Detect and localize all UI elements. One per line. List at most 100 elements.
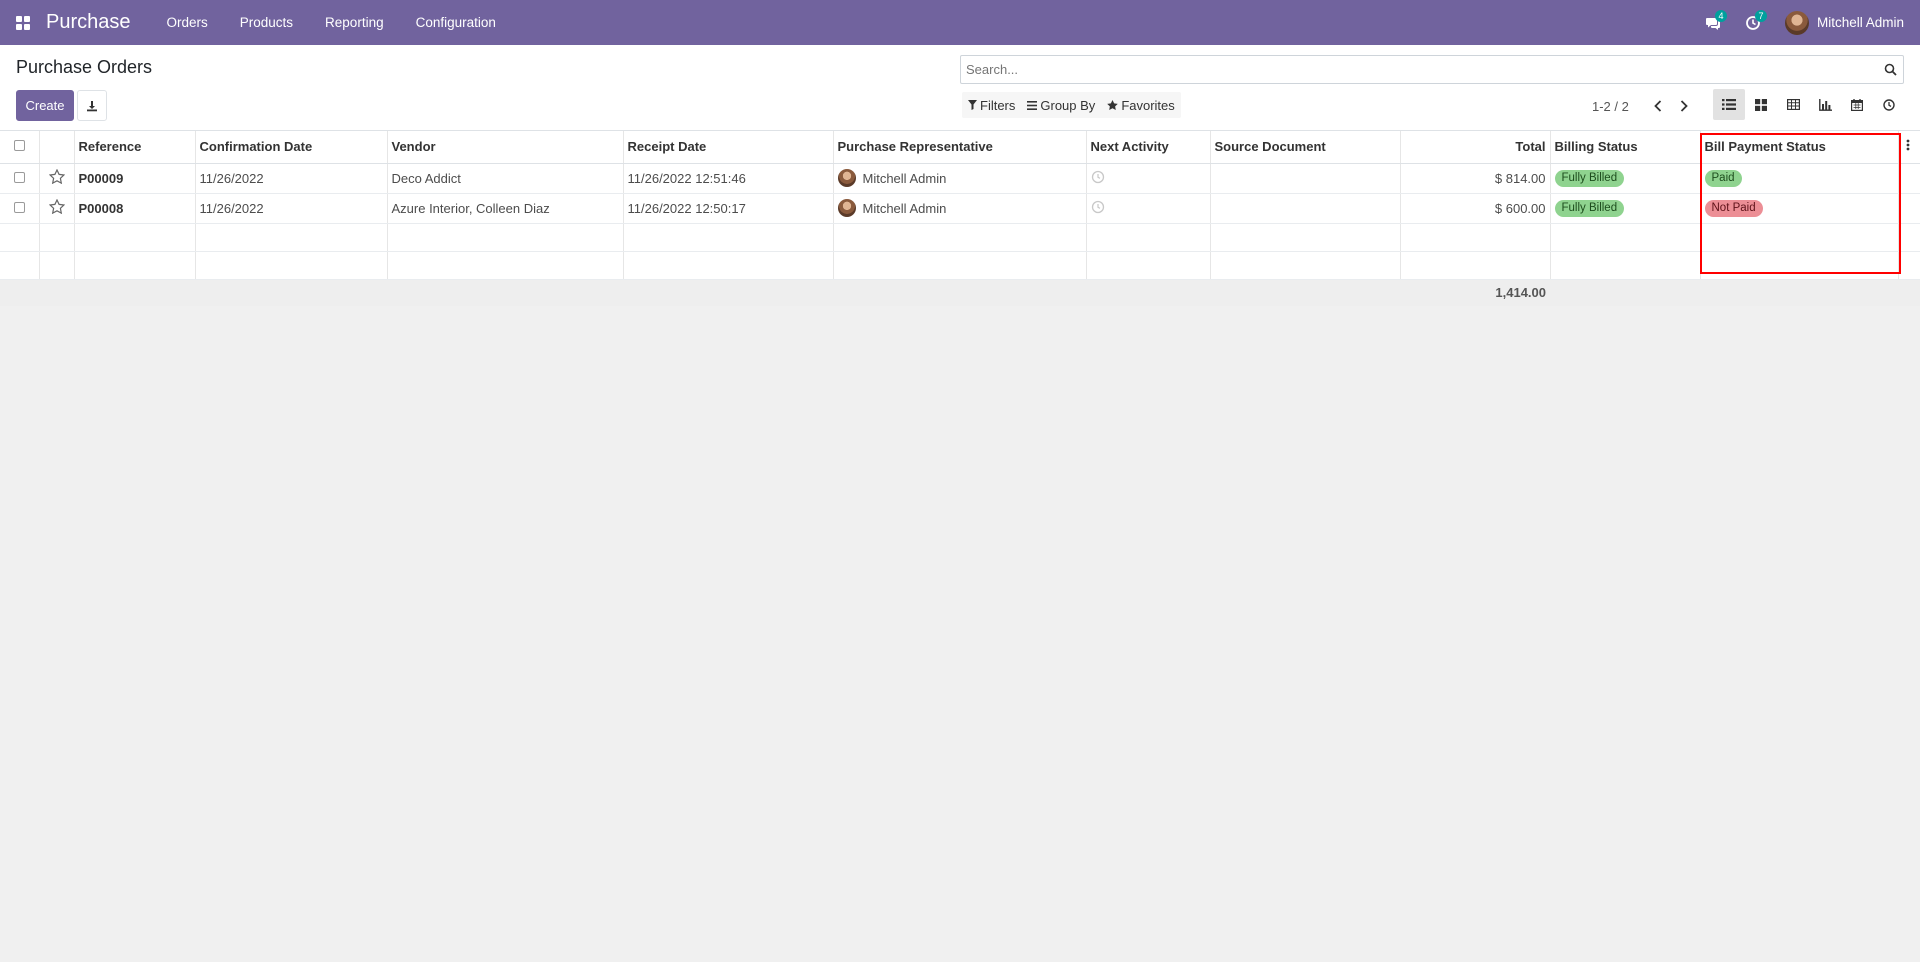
avatar xyxy=(837,199,856,217)
total-cell: $ 600.00 xyxy=(1400,193,1551,224)
menu-configuration[interactable]: Configuration xyxy=(400,0,512,45)
download-icon xyxy=(87,100,97,111)
filters-label: Filters xyxy=(980,97,1016,113)
menu-reporting[interactable]: Reporting xyxy=(309,0,400,45)
create-button[interactable]: Create xyxy=(16,90,74,121)
filler-cell xyxy=(1898,193,1920,224)
purchase-orders-list: Reference Confirmation Date Vendor Recei… xyxy=(0,131,1920,306)
receipt-date-cell: 11/26/2022 12:50:17 xyxy=(623,193,834,224)
kanban-view-icon xyxy=(1755,98,1767,111)
search-options-bar: Filters Group By Favorites xyxy=(962,92,1181,118)
column-header-billing-status[interactable]: Billing Status xyxy=(1550,131,1701,164)
row-select-cell xyxy=(0,193,40,224)
confirmation-date-cell: 11/26/2022 xyxy=(195,163,388,194)
optional-columns-cell xyxy=(1898,131,1920,164)
activity-clock-icon[interactable] xyxy=(1091,200,1105,214)
total-cell: $ 814.00 xyxy=(1400,163,1551,194)
column-header-bill-payment-status[interactable]: Bill Payment Status xyxy=(1700,131,1899,164)
chevron-right-icon xyxy=(1680,100,1688,112)
column-header-next-activity[interactable]: Next Activity xyxy=(1086,131,1211,164)
app-brand[interactable]: Purchase xyxy=(46,11,131,34)
favorites-label: Favorites xyxy=(1121,97,1175,113)
filter-icon xyxy=(968,100,977,110)
star-icon xyxy=(1107,100,1119,110)
bar-chart-icon xyxy=(1818,98,1832,111)
empty-row xyxy=(0,223,1920,252)
menu-orders[interactable]: Orders xyxy=(151,0,224,45)
priority-cell xyxy=(39,193,75,224)
user-name: Mitchell Admin xyxy=(1816,15,1904,30)
star-outline-icon[interactable] xyxy=(48,168,65,185)
reference-cell: P00008 xyxy=(74,193,196,224)
filler-cell xyxy=(1898,163,1920,194)
pager-value[interactable]: 1-2 / 2 xyxy=(1592,99,1629,114)
search-icon[interactable] xyxy=(1877,63,1903,76)
select-all-checkbox[interactable] xyxy=(13,140,25,152)
column-header-receipt-date[interactable]: Receipt Date xyxy=(623,131,834,164)
column-header-confirmation-date[interactable]: Confirmation Date xyxy=(195,131,388,164)
table-row[interactable]: P00009 11/26/2022 Deco Addict 11/26/2022… xyxy=(0,163,1920,194)
list-bars-icon xyxy=(1027,100,1038,110)
list-view-button[interactable] xyxy=(1713,89,1745,120)
pager-next-button[interactable] xyxy=(1671,95,1697,117)
receipt-date-cell: 11/26/2022 12:51:46 xyxy=(623,163,834,194)
star-outline-icon[interactable] xyxy=(48,198,65,215)
status-badge: Paid xyxy=(1704,170,1742,187)
row-checkbox[interactable] xyxy=(13,171,25,183)
export-button[interactable] xyxy=(77,90,107,121)
messages-button[interactable]: 4 xyxy=(1693,0,1733,45)
kanban-view-button[interactable] xyxy=(1745,89,1777,120)
table-icon xyxy=(1786,99,1800,110)
activity-clock-icon[interactable] xyxy=(1091,170,1105,184)
user-menu[interactable]: Mitchell Admin xyxy=(1784,10,1904,35)
pager: 1-2 / 2 xyxy=(1592,95,1697,117)
activities-button[interactable]: 7 xyxy=(1733,0,1773,45)
column-header-vendor[interactable]: Vendor xyxy=(387,131,624,164)
representative-cell: Mitchell Admin xyxy=(833,193,1087,224)
total-sum: 1,414.00 xyxy=(1400,279,1550,306)
activity-view-button[interactable] xyxy=(1873,89,1905,120)
group-by-dropdown[interactable]: Group By xyxy=(1021,92,1101,118)
column-header-source-document[interactable]: Source Document xyxy=(1210,131,1401,164)
billing-status-cell: Fully Billed xyxy=(1550,163,1701,194)
representative-name: Mitchell Admin xyxy=(862,200,947,216)
activities-count-badge: 7 xyxy=(1754,10,1767,22)
column-header-total[interactable]: Total xyxy=(1400,131,1551,164)
page-title: Purchase Orders xyxy=(16,57,153,77)
table-footer-row: 1,414.00 xyxy=(0,279,1920,306)
column-header-purchase-representative[interactable]: Purchase Representative xyxy=(833,131,1087,164)
confirmation-date-cell: 11/26/2022 xyxy=(195,193,388,224)
apps-menu-icon[interactable] xyxy=(0,0,46,45)
table-row[interactable]: P00008 11/26/2022 Azure Interior, Collee… xyxy=(0,193,1920,224)
graph-view-button[interactable] xyxy=(1809,89,1841,120)
pager-previous-button[interactable] xyxy=(1645,95,1671,117)
main-menu: Orders Products Reporting Configuration xyxy=(151,0,512,45)
optional-columns-toggle-icon[interactable] xyxy=(1903,139,1913,151)
menu-products[interactable]: Products xyxy=(224,0,309,45)
user-avatar xyxy=(1784,10,1809,35)
search-box xyxy=(960,55,1904,84)
calendar-icon xyxy=(1851,98,1863,111)
payment-status-cell: Paid xyxy=(1700,163,1899,194)
clock-icon xyxy=(1883,98,1895,111)
representative-cell: Mitchell Admin xyxy=(833,163,1087,194)
priority-header xyxy=(39,131,75,164)
chevron-left-icon xyxy=(1654,100,1661,112)
representative-name: Mitchell Admin xyxy=(862,170,947,186)
empty-row xyxy=(0,251,1920,280)
vendor-cell: Deco Addict xyxy=(387,163,624,194)
top-navbar: Purchase Orders Products Reporting Confi… xyxy=(0,0,1920,45)
search-input[interactable] xyxy=(961,56,1877,83)
priority-cell xyxy=(39,163,75,194)
pivot-view-button[interactable] xyxy=(1777,89,1809,120)
billing-status-cell: Fully Billed xyxy=(1550,193,1701,224)
favorites-dropdown[interactable]: Favorites xyxy=(1101,92,1180,118)
view-switcher xyxy=(1713,89,1905,120)
select-all-cell xyxy=(0,131,40,164)
filters-dropdown[interactable]: Filters xyxy=(962,92,1021,118)
column-header-reference[interactable]: Reference xyxy=(74,131,196,164)
calendar-view-button[interactable] xyxy=(1841,89,1873,120)
orders-table: Reference Confirmation Date Vendor Recei… xyxy=(0,131,1920,306)
row-checkbox[interactable] xyxy=(13,201,25,213)
systray: 4 7 Mitchell Admin xyxy=(1693,0,1920,45)
